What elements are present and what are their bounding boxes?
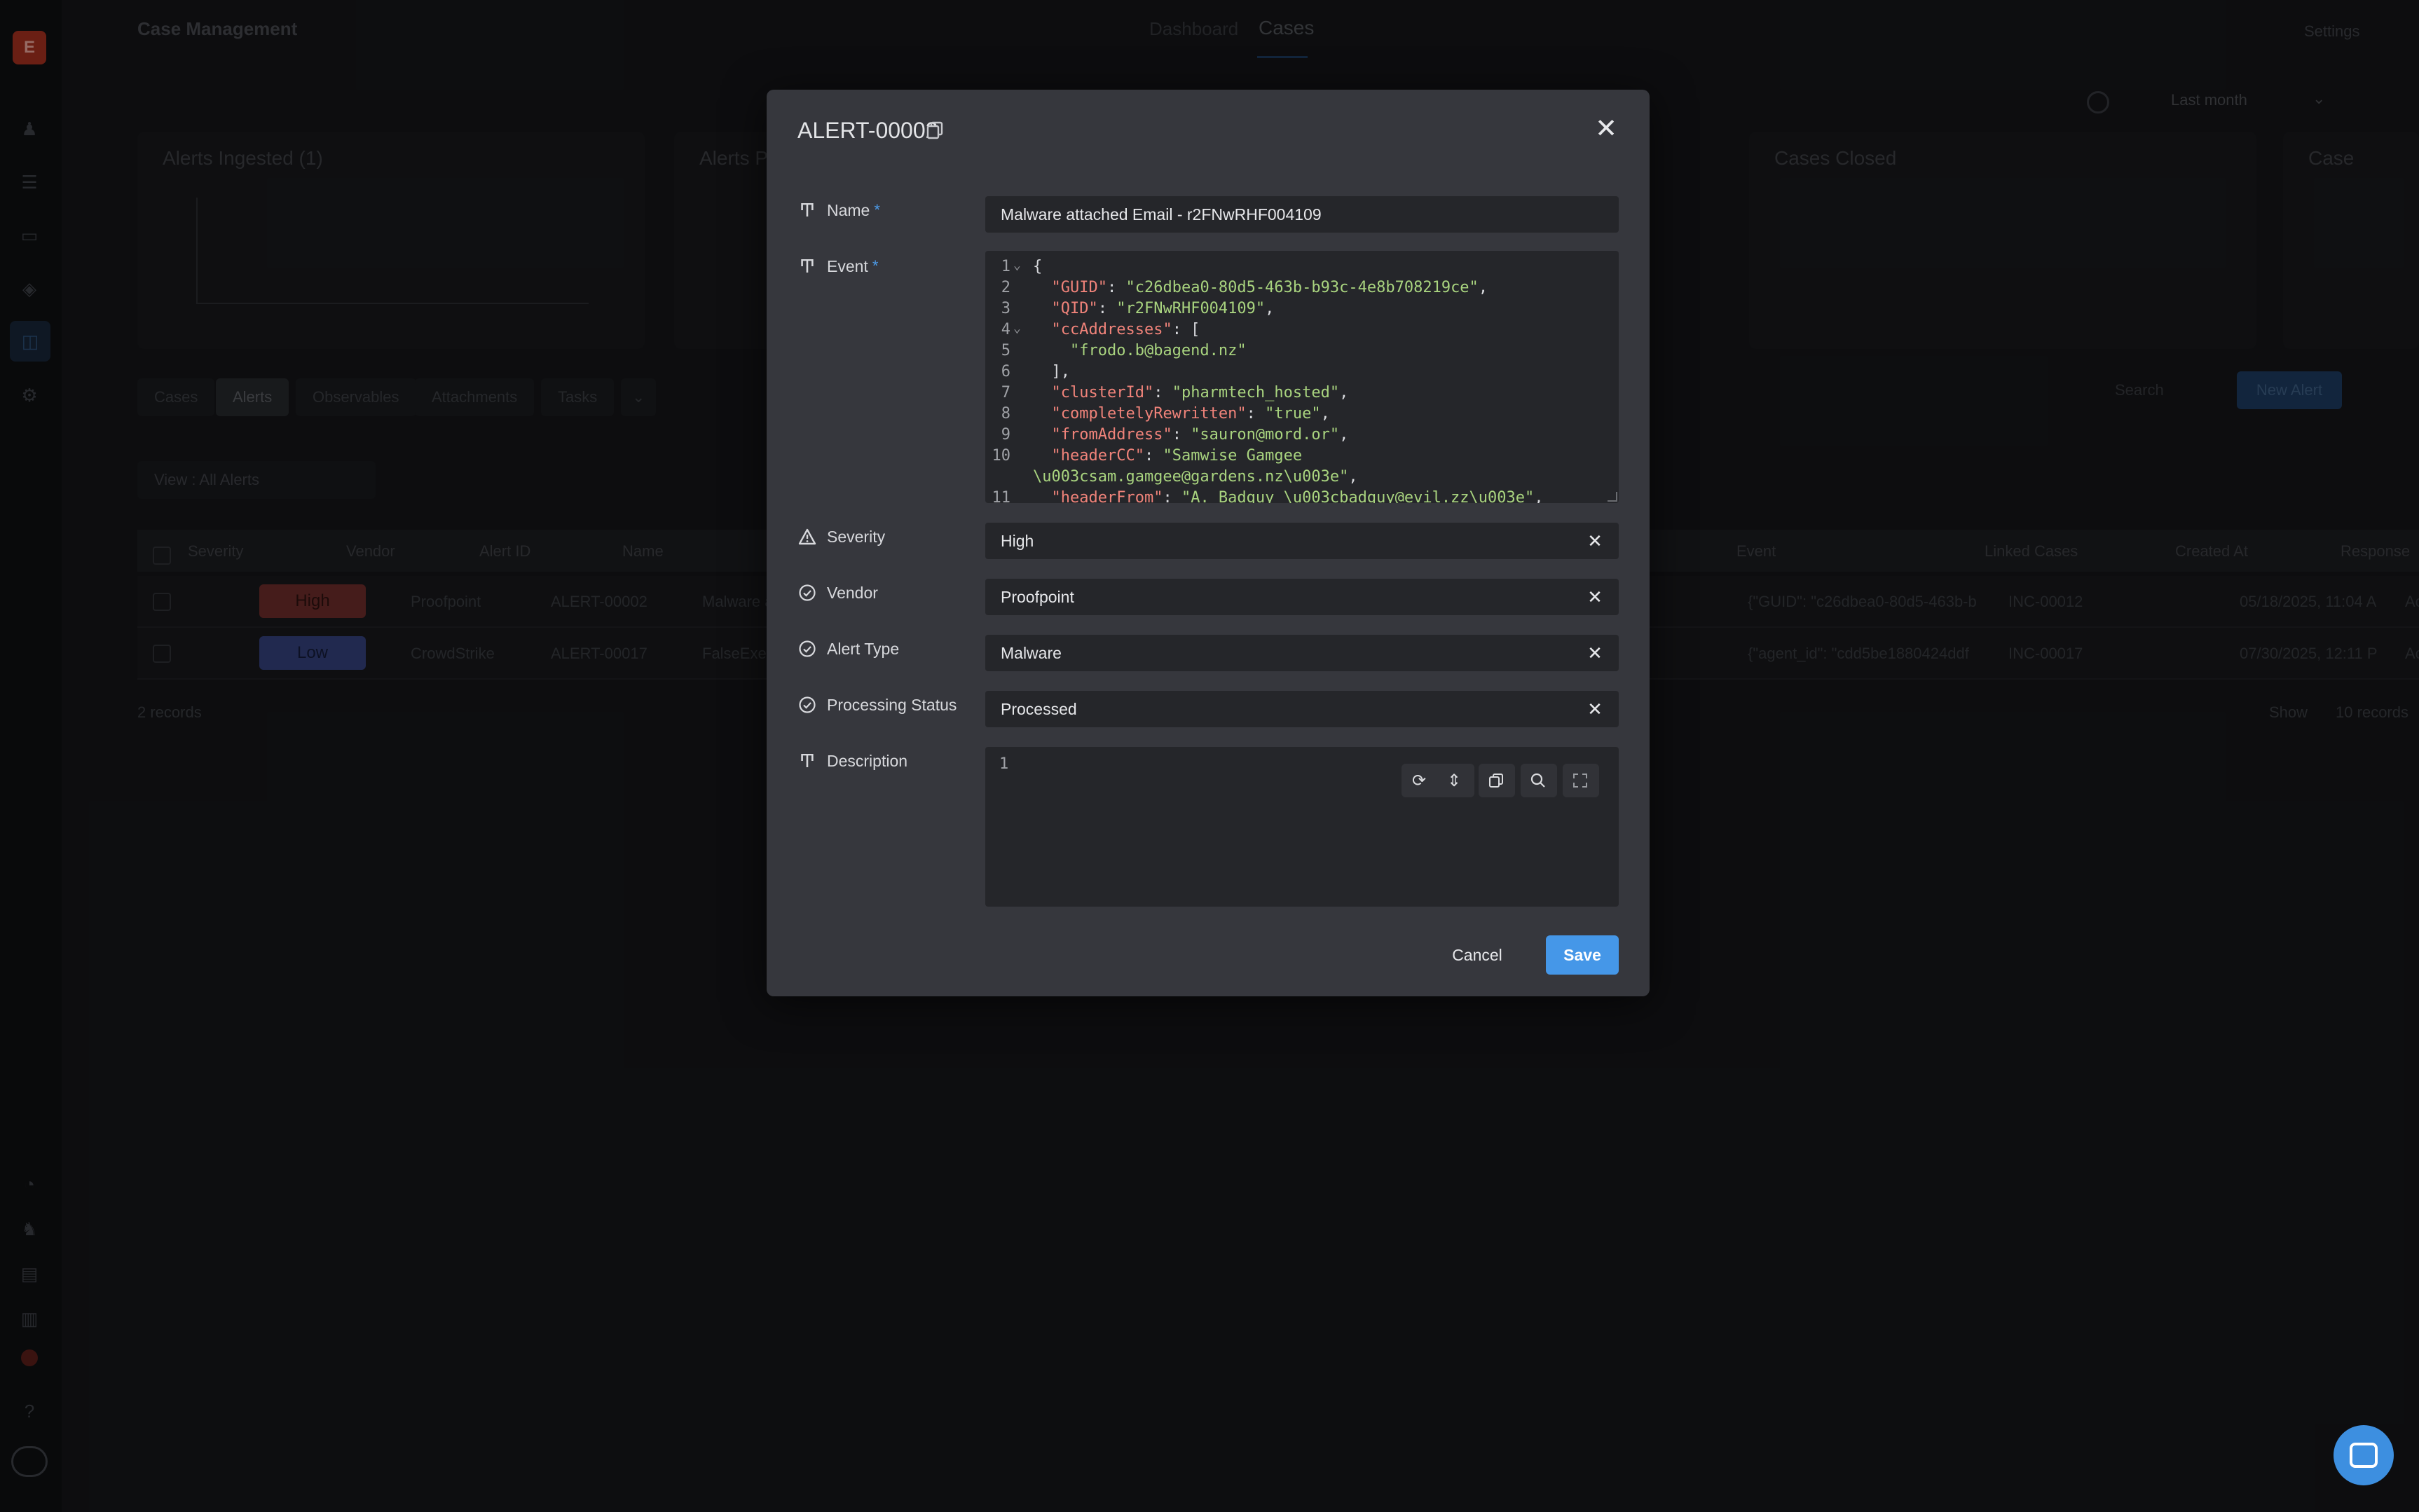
- code-text: "QID": "r2FNwRHF004109",: [1051, 300, 1275, 317]
- processing-status-label: Processing Status: [797, 691, 957, 719]
- code-line: 4 ⌄ "ccAddresses": [: [985, 321, 1619, 342]
- description-label-text: Description: [827, 751, 908, 770]
- line-number: 1: [999, 755, 1009, 773]
- severity-select[interactable]: High ✕: [985, 523, 1619, 559]
- required-marker: *: [874, 201, 880, 219]
- name-input[interactable]: [985, 196, 1619, 233]
- fold-chevron-icon[interactable]: ⌄: [1013, 321, 1021, 336]
- vendor-select[interactable]: Proofpoint ✕: [985, 579, 1619, 615]
- save-button[interactable]: Save: [1546, 935, 1619, 975]
- line-number: 7: [1001, 384, 1010, 401]
- warning-icon: [797, 527, 817, 547]
- line-number: 4: [1001, 321, 1010, 338]
- line-number: 1: [1001, 258, 1010, 275]
- alert-type-label-text: Alert Type: [827, 639, 900, 658]
- line-number: 2: [1001, 279, 1010, 296]
- clear-alert-type-icon[interactable]: ✕: [1585, 642, 1605, 664]
- code-text: "headerFrom": "A. Badguy \u003cbadguy@ev…: [1051, 489, 1544, 503]
- modal-title: ALERT-00002: [797, 118, 938, 143]
- copy-icon[interactable]: [925, 121, 945, 140]
- code-line: 6 ],: [985, 363, 1619, 384]
- code-text: "headerCC": "Samwise Gamgee: [1051, 447, 1303, 465]
- copy-icon[interactable]: [1479, 764, 1514, 797]
- check-circle-icon: [797, 583, 817, 603]
- code-line: 8 "completelyRewritten": "true",: [985, 405, 1619, 426]
- editor-toolbar-group: [1479, 764, 1515, 797]
- event-label-text: Event: [827, 256, 868, 275]
- clear-severity-icon[interactable]: ✕: [1585, 530, 1605, 551]
- code-text: "frodo.b@bagend.nz": [1069, 342, 1247, 359]
- close-icon[interactable]: ✕: [1594, 116, 1619, 142]
- event-label: Ͳ Event *: [797, 252, 879, 280]
- severity-label-text: Severity: [827, 527, 886, 546]
- code-line: 2 "GUID": "c26dbea0-80d5-463b-b93c-4e8b7…: [985, 279, 1619, 300]
- check-circle-icon: [797, 695, 817, 715]
- code-line: \u003csam.gamgee@gardens.nz\u003e",: [985, 468, 1619, 489]
- line-number: 6: [1001, 363, 1010, 380]
- chat-support-button[interactable]: [2334, 1425, 2394, 1485]
- search-icon[interactable]: [1521, 764, 1556, 797]
- description-editor[interactable]: 1 ⟳ ⇕: [985, 747, 1619, 907]
- event-code-editor[interactable]: 11 "headerFrom": "A. Badguy \u003cbadguy…: [985, 251, 1619, 503]
- code-line: 10 "headerCC": "Samwise Gamgee: [985, 447, 1619, 468]
- vendor-label-text: Vendor: [827, 583, 878, 602]
- code-text: ],: [1033, 363, 1070, 380]
- code-line: 1 ⌄ {: [985, 258, 1619, 279]
- code-text: "fromAddress": "sauron@mord.or",: [1051, 426, 1349, 444]
- resize-handle[interactable]: [1608, 492, 1617, 502]
- editor-toolbar-group: ⟳ ⇕: [1402, 764, 1474, 797]
- code-line: 7 "clusterId": "pharmtech_hosted",: [985, 384, 1619, 405]
- vendor-label: Vendor: [797, 579, 878, 607]
- code-text: \u003csam.gamgee@gardens.nz\u003e",: [1033, 468, 1358, 486]
- alert-type-select[interactable]: Malware ✕: [985, 635, 1619, 671]
- cancel-button[interactable]: Cancel: [1445, 935, 1509, 975]
- clear-vendor-icon[interactable]: ✕: [1585, 586, 1605, 607]
- name-label: Ͳ Name *: [797, 196, 880, 224]
- fold-chevron-icon[interactable]: ⌄: [1013, 258, 1021, 273]
- line-number: 8: [1001, 405, 1010, 422]
- edit-alert-modal: ALERT-00002 ✕ Ͳ Name * Ͳ Event * 11 "hea…: [767, 90, 1650, 996]
- line-number: 9: [1001, 426, 1010, 444]
- vendor-value: Proofpoint: [1001, 588, 1074, 606]
- code-line: 11 "headerFrom": "A. Badguy \u003cbadguy…: [985, 489, 1619, 503]
- processing-status-label-text: Processing Status: [827, 695, 957, 714]
- code-text: "GUID": "c26dbea0-80d5-463b-b93c-4e8b708…: [1051, 279, 1488, 296]
- chat-icon: [2350, 1443, 2378, 1468]
- fullscreen-icon[interactable]: [1563, 764, 1598, 797]
- severity-value: High: [1001, 532, 1034, 550]
- code-text: {: [1033, 258, 1043, 275]
- alert-type-label: Alert Type: [797, 635, 899, 663]
- alert-type-value: Malware: [1001, 644, 1062, 662]
- required-marker: *: [872, 257, 879, 275]
- line-number: 3: [1001, 300, 1010, 317]
- text-type-icon: Ͳ: [799, 199, 816, 221]
- code-line: 3 "QID": "r2FNwRHF004109",: [985, 300, 1619, 321]
- line-number: 10: [992, 447, 1011, 465]
- clear-processing-status-icon[interactable]: ✕: [1585, 699, 1605, 720]
- code-line: 5 "frodo.b@bagend.nz": [985, 342, 1619, 363]
- line-number: 11: [992, 489, 1011, 503]
- processing-status-select[interactable]: Processed ✕: [985, 691, 1619, 727]
- editor-toolbar-group: [1563, 764, 1599, 797]
- code-text: "ccAddresses": [: [1051, 321, 1200, 338]
- compact-icon[interactable]: ⇕: [1437, 764, 1472, 797]
- line-number: 5: [1001, 342, 1010, 359]
- text-type-icon: Ͳ: [799, 750, 816, 771]
- name-label-text: Name: [827, 200, 870, 219]
- severity-label: Severity: [797, 523, 885, 551]
- processing-status-value: Processed: [1001, 700, 1077, 718]
- code-text: "clusterId": "pharmtech_hosted",: [1051, 384, 1349, 401]
- editor-toolbar-group: [1521, 764, 1557, 797]
- description-label: Ͳ Description: [797, 747, 907, 775]
- code-text: "completelyRewritten": "true",: [1051, 405, 1330, 422]
- code-line: 9 "fromAddress": "sauron@mord.or",: [985, 426, 1619, 447]
- text-type-icon: Ͳ: [799, 255, 816, 277]
- format-icon[interactable]: ⟳: [1402, 764, 1437, 797]
- check-circle-icon: [797, 639, 817, 659]
